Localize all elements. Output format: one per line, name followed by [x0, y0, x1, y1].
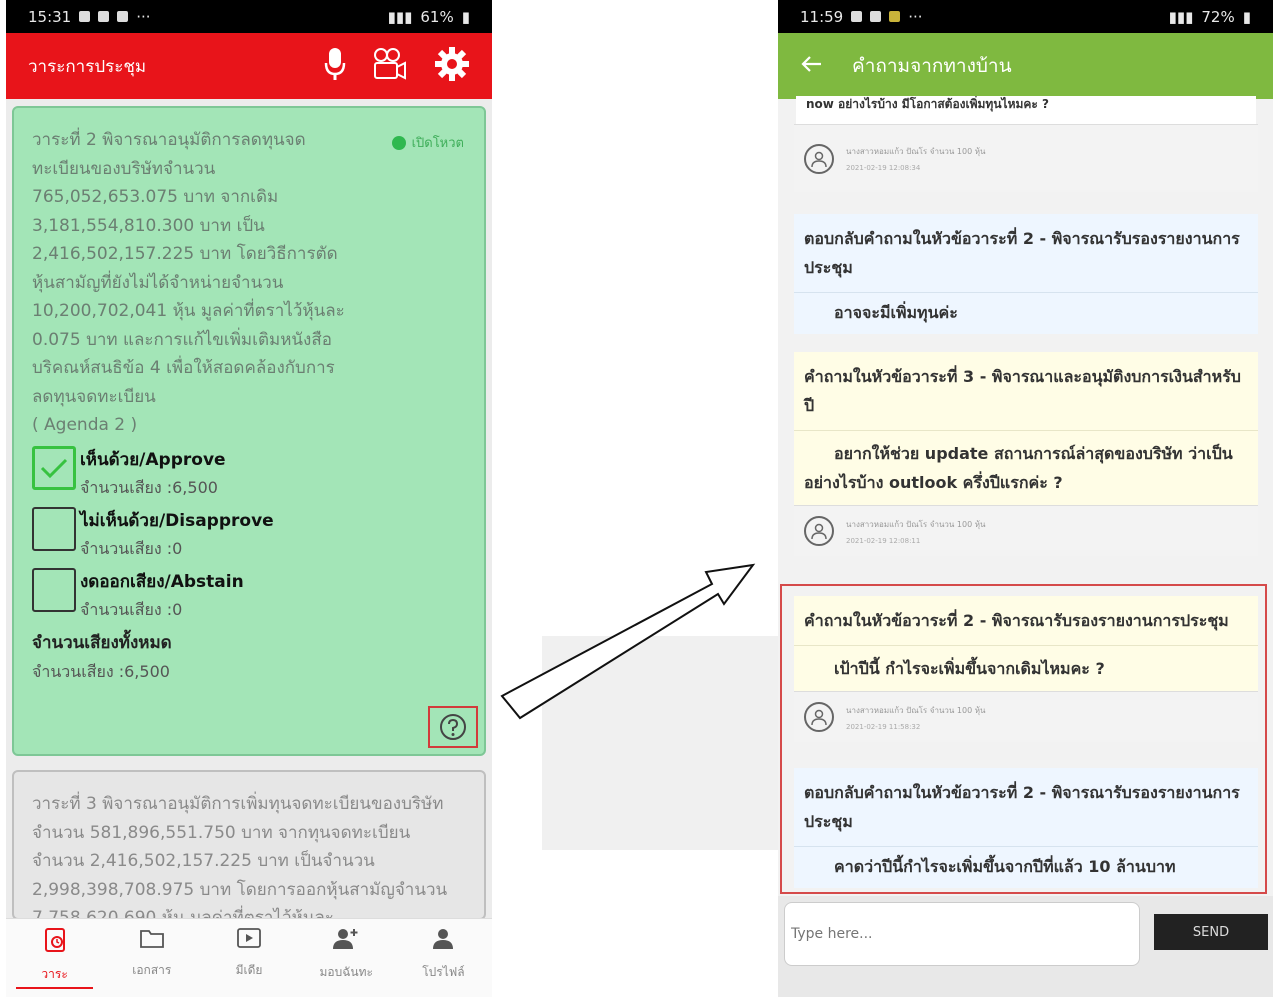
- vote-option-count: จำนวนเสียง :0: [80, 599, 183, 619]
- left-phone-screen: 15:31 ··· ▮▮▮ 61% ▮ วาระการประชุม เปิดโห…: [6, 0, 492, 997]
- status-time: 11:59: [800, 7, 844, 26]
- checkmark-icon: [40, 458, 68, 478]
- bottom-navigation: วาระ เอกสาร มีเดีย มอบฉันทะ โปรไฟล์: [6, 918, 492, 997]
- abstain-checkbox[interactable]: [32, 567, 76, 612]
- asker-name: นางสาวหอมแก้ว ปัณโร จำนวน 100 หุ้น: [846, 519, 986, 529]
- vote-option-label: งดออกเสียง/Abstain: [80, 571, 244, 592]
- nav-label: มีเดีย: [235, 963, 263, 977]
- media-icon: [237, 928, 261, 948]
- more-icon: ···: [136, 7, 151, 26]
- nav-item-documents[interactable]: เอกสาร: [103, 919, 200, 997]
- nav-label: เอกสาร: [132, 963, 172, 977]
- total-votes-count: จำนวนเสียง :6,500: [32, 661, 170, 681]
- video-camera-icon[interactable]: [372, 47, 408, 85]
- vote-option-label: เห็นด้วย/Approve: [80, 449, 226, 470]
- app-bar: วาระการประชุม: [6, 33, 492, 99]
- nav-item-profile[interactable]: โปรไฟล์: [395, 919, 492, 997]
- asked-time: 2021-02-19 12:08:11: [846, 536, 921, 545]
- status-time: 15:31: [28, 7, 72, 26]
- asker-info: นางสาวหอมแก้ว ปัณโร จำนวน 100 หุ้น 2021-0…: [794, 124, 1258, 192]
- back-arrow-icon[interactable]: [800, 55, 822, 77]
- asker-name: นางสาวหอมแก้ว ปัณโร จำนวน 100 หุ้น: [846, 147, 986, 156]
- battery-icon: ▮: [1242, 7, 1251, 26]
- user-avatar-icon: [804, 516, 834, 546]
- disapprove-checkbox[interactable]: [32, 506, 76, 551]
- flow-arrow-icon: [500, 563, 756, 720]
- page-title: วาระการประชุม: [28, 56, 147, 77]
- app-icon: [889, 11, 901, 22]
- nav-label: วาระ: [41, 967, 68, 981]
- microphone-icon[interactable]: [324, 47, 346, 85]
- approve-checkbox[interactable]: [32, 445, 76, 490]
- clipped-question-body: now อย่างไรบ้าง มีโอกาสต้องเพิ่มทุนไหมคะ…: [806, 97, 1050, 111]
- battery-level: 61%: [420, 7, 454, 26]
- nav-item-proxy[interactable]: มอบฉันทะ: [298, 919, 395, 997]
- agenda-description: วาระที่ 2 พิจารณาอนุมัติการลดทุนจดทะเบีย…: [32, 130, 345, 407]
- more-icon: ···: [908, 7, 923, 26]
- agenda-icon: [44, 928, 65, 952]
- right-phone-screen: 11:59 ··· ▮▮▮ 72% ▮ คำถามจากทางบ้าน now …: [778, 0, 1273, 997]
- agenda-card-2: เปิดโหวต วาระที่ 2 พิจารณาอนุมัติการลดทุ…: [12, 106, 486, 756]
- question-card: คำถามในหัวข้อวาระที่ 3 - พิจารณาและอนุมั…: [794, 352, 1258, 556]
- question-body: อยากให้ช่วย update สถานการณ์ล่าสุดของบริ…: [794, 430, 1258, 505]
- vote-status-label: เปิดโหวต: [411, 136, 464, 151]
- answer-header: ตอบกลับคำถามในหัวข้อวาระที่ 2 - พิจารณาร…: [794, 214, 1258, 292]
- question-icon: [440, 714, 466, 740]
- gallery-icon: [870, 11, 882, 22]
- notification-icon: [79, 11, 91, 22]
- app-bar: คำถามจากทางบ้าน: [778, 33, 1273, 99]
- add-proxy-icon: [333, 929, 358, 949]
- vote-option-approve[interactable]: เห็นด้วย/Approve จำนวนเสียง :6,500: [32, 445, 466, 501]
- battery-icon: ▮: [461, 7, 470, 26]
- status-bar: 15:31 ··· ▮▮▮ 61% ▮: [6, 0, 492, 33]
- status-bar: 11:59 ··· ▮▮▮ 72% ▮: [778, 0, 1273, 33]
- agenda-description: วาระที่ 3 พิจารณาอนุมัติการเพิ่มทุนจดทะเ…: [32, 794, 448, 920]
- page-title: คำถามจากทางบ้าน: [852, 55, 1012, 77]
- vote-option-abstain[interactable]: งดออกเสียง/Abstain จำนวนเสียง :0: [32, 567, 466, 623]
- notification-icon: [851, 11, 863, 22]
- agenda-card-3[interactable]: วาระที่ 3 พิจารณาอนุมัติการเพิ่มทุนจดทะเ…: [12, 770, 486, 920]
- nav-item-agenda[interactable]: วาระ: [6, 919, 103, 997]
- highlight-box: [780, 584, 1267, 894]
- asked-time: 2021-02-19 12:08:34: [846, 164, 921, 172]
- nav-label: มอบฉันทะ: [319, 965, 373, 979]
- battery-level: 72%: [1201, 7, 1235, 26]
- vote-status-badge: เปิดโหวต: [391, 132, 464, 153]
- profile-icon: [433, 929, 454, 949]
- message-input[interactable]: [784, 902, 1140, 966]
- user-avatar-icon: [804, 143, 834, 174]
- nav-item-media[interactable]: มีเดีย: [200, 919, 297, 997]
- total-votes-title: จำนวนเสียงทั้งหมด: [32, 632, 172, 653]
- question-header: คำถามในหัวข้อวาระที่ 3 - พิจารณาและอนุมั…: [794, 352, 1258, 430]
- settings-gear-icon[interactable]: [434, 46, 470, 86]
- vote-option-disapprove[interactable]: ไม่เห็นด้วย/Disapprove จำนวนเสียง :0: [32, 506, 466, 562]
- question-button[interactable]: [428, 706, 478, 748]
- message-icon: [98, 11, 110, 22]
- status-dot-icon: [391, 135, 406, 150]
- message-input-bar: SEND: [778, 896, 1273, 997]
- vote-option-count: จำนวนเสียง :6,500: [80, 477, 218, 497]
- send-button[interactable]: SEND: [1154, 914, 1268, 950]
- vote-option-label: ไม่เห็นด้วย/Disapprove: [80, 510, 274, 531]
- answer-card: ตอบกลับคำถามในหัวข้อวาระที่ 2 - พิจารณาร…: [794, 214, 1258, 334]
- vote-option-count: จำนวนเสียง :0: [80, 538, 183, 558]
- asker-info: นางสาวหอมแก้ว ปัณโร จำนวน 100 หุ้น 2021-0…: [794, 505, 1258, 556]
- clipped-question-text: now อย่างไรบ้าง มีโอกาสต้องเพิ่มทุนไหมคะ…: [796, 96, 1256, 124]
- agenda-tag: ( Agenda 2 ): [32, 415, 138, 435]
- nav-label: โปรไฟล์: [422, 965, 465, 979]
- question-meta-block: นางสาวหอมแก้ว ปัณโร จำนวน 100 หุ้น 2021-0…: [794, 124, 1258, 192]
- folder-icon: [139, 930, 164, 948]
- app-icon: [117, 11, 129, 22]
- signal-icon: ▮▮▮: [387, 7, 413, 26]
- signal-icon: ▮▮▮: [1168, 7, 1194, 26]
- answer-body: อาจจะมีเพิ่มทุนค่ะ: [794, 292, 1258, 334]
